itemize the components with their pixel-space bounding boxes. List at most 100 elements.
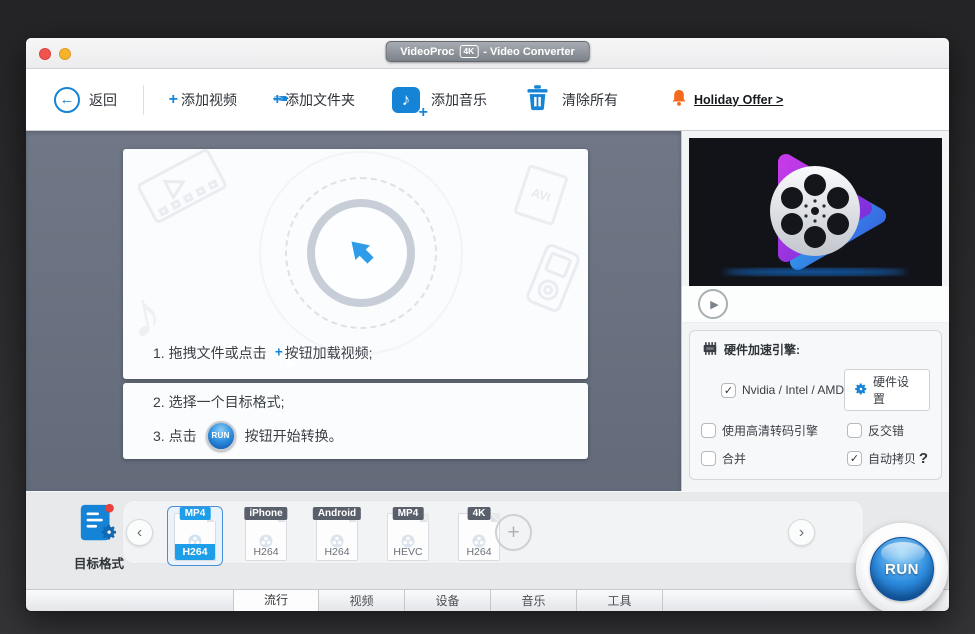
run-button[interactable]: RUN bbox=[870, 537, 934, 601]
back-label: 返回 bbox=[89, 90, 117, 110]
ipod-watermark-icon bbox=[521, 240, 585, 317]
add-music-button[interactable]: ♪ + 添加音乐 bbox=[392, 87, 487, 113]
file-icon: H264 bbox=[245, 513, 287, 561]
gear-icon bbox=[854, 382, 868, 399]
format-name-badge: Android bbox=[313, 507, 361, 520]
chevron-left-icon: ‹ bbox=[137, 524, 142, 542]
auto-copy-checkbox[interactable]: ✓ bbox=[847, 451, 862, 466]
step3-instruction: 3. 点击 RUN 按钮开始转换。 bbox=[153, 421, 558, 451]
codec-label: H264 bbox=[317, 546, 357, 558]
minimize-button[interactable] bbox=[59, 48, 71, 60]
format-name-badge: iPhone bbox=[244, 507, 287, 520]
bell-icon bbox=[671, 88, 687, 112]
hw-title: 硬件加速引擎: bbox=[724, 341, 800, 358]
window-title: VideoProc 4K - Video Converter bbox=[385, 41, 590, 62]
clear-all-label: 清除所有 bbox=[562, 90, 618, 110]
preview-controls: ▶ bbox=[682, 286, 949, 323]
back-button[interactable]: ← 返回 bbox=[54, 87, 117, 113]
step1-text-suffix: 按钮加载视频; bbox=[285, 343, 373, 363]
target-format-icon bbox=[77, 533, 121, 550]
back-arrow-icon: ← bbox=[54, 87, 80, 113]
add-folder-button[interactable]: + 添加文件夹 bbox=[274, 90, 355, 110]
add-music-label: 添加音乐 bbox=[431, 90, 487, 110]
step3-text-suffix: 按钮开始转换。 bbox=[245, 426, 343, 446]
hw-settings-label: 硬件设置 bbox=[873, 373, 920, 407]
play-icon: ▶ bbox=[710, 298, 718, 311]
merge-checkbox[interactable] bbox=[701, 451, 716, 466]
toolbar: ← 返回 + 添加视频 + 添加文件夹 bbox=[26, 69, 949, 131]
step2-instruction: 2. 选择一个目标格式; bbox=[153, 392, 558, 412]
videoproc-window: VideoProc 4K - Video Converter ← 返回 bbox=[25, 37, 950, 612]
file-icon: H264 bbox=[174, 513, 216, 561]
chip-icon bbox=[701, 342, 719, 358]
file-icon: H264 bbox=[316, 513, 358, 561]
codec-label: H264 bbox=[246, 546, 286, 558]
file-icon: HEVC bbox=[387, 513, 429, 561]
auto-copy-label: 自动拷贝 bbox=[868, 450, 916, 467]
help-button[interactable]: ? bbox=[919, 450, 930, 467]
gpu-option-row: ✓ Nvidia / Intel / AMD 硬件设置 bbox=[701, 369, 930, 411]
music-note-watermark-icon: ♪ bbox=[123, 274, 168, 353]
close-button[interactable] bbox=[39, 48, 51, 60]
sidebar: ▶ bbox=[681, 131, 949, 491]
run-button-bezel: RUN bbox=[856, 523, 948, 611]
chevron-right-icon: › bbox=[799, 524, 804, 542]
trash-icon bbox=[524, 83, 551, 117]
hd-engine-label: 使用高清转码引擎 bbox=[722, 422, 818, 439]
format-card-iphone-h264[interactable]: H264 iPhone bbox=[238, 506, 294, 566]
scroll-left-button[interactable]: ‹ bbox=[126, 519, 153, 546]
steps-panel: 2. 选择一个目标格式; 3. 点击 RUN 按钮开始转换。 bbox=[123, 383, 588, 459]
cursor-arrow-icon bbox=[342, 232, 380, 275]
traffic-lights bbox=[39, 48, 71, 60]
clear-all-button[interactable]: 清除所有 bbox=[524, 83, 618, 117]
hw-settings-button[interactable]: 硬件设置 bbox=[844, 369, 930, 411]
scroll-right-button[interactable]: › bbox=[788, 519, 815, 546]
drop-target-button[interactable] bbox=[307, 199, 415, 307]
avi-watermark-icon: AVI bbox=[513, 164, 569, 226]
deinterlace-checkbox[interactable] bbox=[847, 423, 862, 438]
add-folder-label: 添加文件夹 bbox=[285, 90, 355, 110]
holiday-offer-link[interactable]: Holiday Offer > bbox=[671, 88, 783, 112]
hw-title-row: 硬件加速引擎: bbox=[701, 341, 930, 358]
holiday-offer-label: Holiday Offer > bbox=[694, 93, 783, 107]
tab-popular[interactable]: 流行 bbox=[233, 590, 319, 611]
plus-icon: + bbox=[507, 522, 519, 543]
tab-music[interactable]: 音乐 bbox=[491, 590, 577, 611]
window-title-rest: - Video Converter bbox=[483, 46, 575, 58]
drop-zone[interactable]: AVI ♪ bbox=[123, 149, 588, 379]
format-card-android-h264[interactable]: H264 Android bbox=[309, 506, 365, 566]
step2-text: 2. 选择一个目标格式; bbox=[153, 392, 284, 412]
format-name-badge: MP4 bbox=[393, 507, 424, 520]
run-inline-icon: RUN bbox=[206, 421, 236, 451]
codec-label: H264 bbox=[459, 546, 499, 558]
run-label: RUN bbox=[885, 561, 919, 578]
toolbar-divider bbox=[143, 85, 144, 115]
format-bar: 目标格式 ‹ bbox=[26, 491, 949, 589]
app-name: VideoProc bbox=[400, 46, 454, 58]
step1-text-prefix: 1. 拖拽文件或点击 bbox=[153, 343, 267, 363]
deinterlace-label: 反交错 bbox=[868, 422, 904, 439]
add-format-button[interactable]: + bbox=[495, 514, 532, 551]
add-music-icon: ♪ + bbox=[392, 87, 420, 113]
tab-device[interactable]: 设备 bbox=[405, 590, 491, 611]
4k-badge: 4K bbox=[459, 45, 478, 58]
codec-label: HEVC bbox=[388, 546, 428, 558]
format-name-badge: 4K bbox=[468, 507, 491, 520]
hd-engine-checkbox[interactable] bbox=[701, 423, 716, 438]
merge-label: 合并 bbox=[722, 450, 746, 467]
format-card-mp4-h264[interactable]: H264 MP4 bbox=[167, 506, 223, 566]
step3-text-prefix: 3. 点击 bbox=[153, 426, 197, 446]
step1-instruction: 1. 拖拽文件或点击 + 按钮加载视频; bbox=[153, 343, 372, 363]
category-tabbar: 流行 视频 设备 音乐 工具 bbox=[26, 589, 949, 611]
play-button[interactable]: ▶ bbox=[698, 289, 728, 319]
hardware-settings-panel: 硬件加速引擎: ✓ Nvidia / Intel / AMD bbox=[689, 330, 942, 480]
gpu-checkbox[interactable]: ✓ bbox=[721, 383, 736, 398]
format-card-mp4-hevc[interactable]: HEVC MP4 bbox=[380, 506, 436, 566]
tab-video[interactable]: 视频 bbox=[319, 590, 405, 611]
main-area: AVI ♪ bbox=[26, 131, 681, 491]
format-name-badge: MP4 bbox=[180, 507, 211, 520]
tab-tools[interactable]: 工具 bbox=[577, 590, 663, 611]
video-preview bbox=[689, 138, 942, 286]
desktop-background: VideoProc 4K - Video Converter ← 返回 bbox=[0, 0, 975, 634]
add-video-button[interactable]: + 添加视频 bbox=[170, 90, 237, 110]
